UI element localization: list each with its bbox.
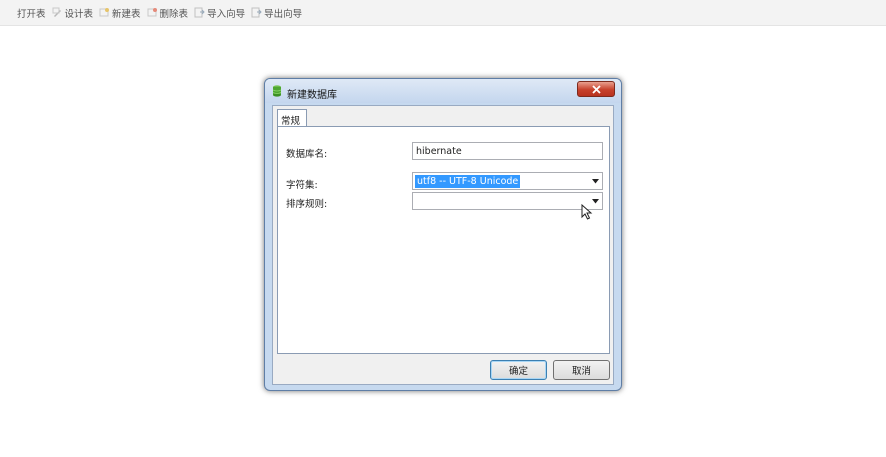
- open-table-icon: [4, 7, 15, 18]
- general-tab-panel: 数据库名: hibernate 字符集: utf8 -- UTF-8 Unico…: [277, 126, 610, 354]
- toolbar-export-wizard[interactable]: 导出向导: [251, 6, 302, 20]
- ok-button[interactable]: 确定: [490, 360, 547, 380]
- db-name-value: hibernate: [416, 146, 462, 157]
- toolbar-open-table-label: 打开表: [17, 8, 46, 20]
- collation-select[interactable]: [412, 192, 603, 210]
- cancel-button[interactable]: 取消: [553, 360, 610, 380]
- toolbar-delete-table[interactable]: 删除表: [147, 6, 189, 20]
- charset-selected-value: utf8 -- UTF-8 Unicode: [415, 175, 521, 188]
- close-button[interactable]: [577, 81, 615, 97]
- db-name-label: 数据库名:: [286, 149, 328, 160]
- dialog-titlebar[interactable]: 新建数据库: [265, 79, 621, 103]
- toolbar-new-table[interactable]: 新建表: [99, 6, 141, 20]
- toolbar-open-table[interactable]: 打开表: [4, 6, 46, 20]
- chevron-down-icon: [592, 199, 599, 204]
- toolbar-export-wizard-label: 导出向导: [264, 8, 303, 20]
- charset-select[interactable]: utf8 -- UTF-8 Unicode: [412, 172, 603, 190]
- ok-button-label: 确定: [508, 366, 528, 377]
- cancel-button-label: 取消: [571, 366, 591, 377]
- mouse-cursor-icon: [581, 204, 593, 220]
- collation-label: 排序规则:: [286, 199, 328, 210]
- dialog-title: 新建数据库: [287, 90, 337, 101]
- toolbar-import-wizard[interactable]: 导入向导: [194, 6, 245, 20]
- toolbar: 打开表 设计表 新建表 删除表 导入向导 导出向导: [0, 0, 886, 26]
- dialog-client-area: 常规 数据库名: hibernate 字符集: utf8 -- UTF-8 Un…: [272, 105, 614, 385]
- new-table-icon: [99, 7, 110, 18]
- toolbar-delete-table-label: 删除表: [159, 8, 189, 20]
- chevron-down-icon: [592, 179, 599, 184]
- new-database-dialog: 新建数据库 常规 数据库名: hibernate 字符集: utf8 -- UT…: [264, 78, 622, 391]
- toolbar-import-wizard-label: 导入向导: [207, 8, 246, 20]
- design-table-icon: [52, 7, 63, 18]
- delete-table-icon: [147, 7, 158, 18]
- export-wizard-icon: [251, 7, 262, 18]
- charset-label: 字符集:: [286, 180, 318, 191]
- database-icon: [272, 85, 282, 97]
- tab-general[interactable]: 常规: [277, 109, 307, 127]
- close-icon: [591, 84, 601, 94]
- toolbar-new-table-label: 新建表: [112, 8, 141, 20]
- toolbar-design-table-label: 设计表: [64, 8, 94, 20]
- import-wizard-icon: [194, 7, 205, 18]
- toolbar-design-table[interactable]: 设计表: [52, 6, 94, 20]
- db-name-input[interactable]: hibernate: [412, 142, 603, 160]
